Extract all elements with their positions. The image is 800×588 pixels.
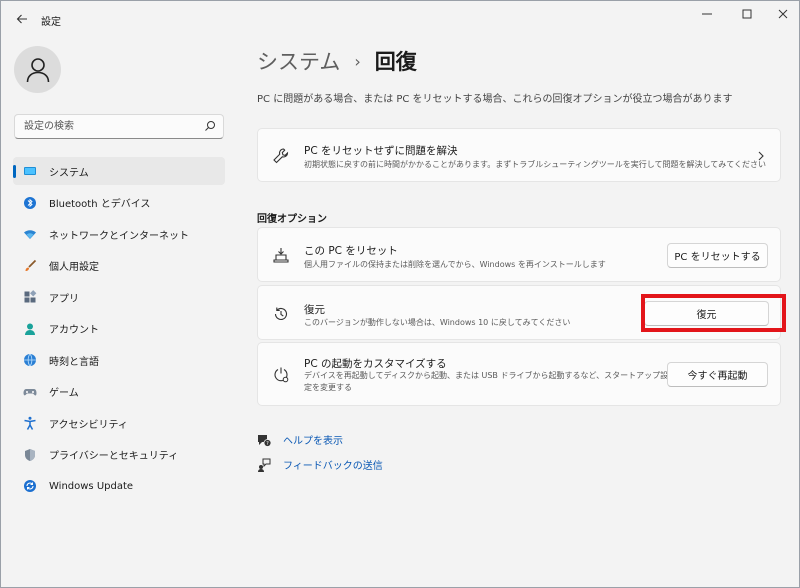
sidebar-item-privacy[interactable]: プライバシーとセキュリティ (13, 441, 225, 469)
update-icon (24, 480, 36, 492)
search-icon (205, 121, 215, 131)
title-bar: 設定 (1, 1, 799, 37)
advanced-startup-icon (274, 367, 289, 383)
page-title: 回復 (374, 50, 417, 74)
sidebar-item-label: Bluetooth とデバイス (49, 199, 151, 210)
sidebar-item-label: 時刻と言語 (49, 356, 99, 368)
gamepad-icon (23, 388, 37, 395)
sidebar-item-personalization[interactable]: 個人用設定 (13, 252, 225, 280)
sidebar-item-apps[interactable]: アプリ (13, 283, 225, 311)
back-button[interactable] (9, 7, 35, 31)
sidebar-item-label: アカウント (49, 325, 99, 336)
minimize-icon (702, 13, 712, 15)
minimize-button[interactable] (685, 1, 729, 27)
restart-now-button[interactable]: 今すぐ再起動 (667, 362, 768, 387)
card-title: PC をリセットせずに問題を解決 (304, 145, 458, 157)
bluetooth-icon (24, 196, 36, 209)
brush-icon (25, 259, 37, 271)
troubleshoot-card[interactable]: PC をリセットせずに問題を解決 初期状態に戻すの前に時間がかかることがあります… (257, 128, 781, 182)
card-title: PC の起動をカスタマイズする (304, 358, 447, 370)
page-subtitle: PC に問題がある場合、または PC をリセットする場合、これらの回復オプション… (257, 94, 733, 105)
help-link[interactable]: ? ヘルプを表示 (257, 432, 343, 447)
network-icon (24, 230, 36, 239)
sidebar-item-label: ネットワークとインターネット (49, 230, 189, 242)
apps-icon (24, 290, 37, 303)
advanced-startup-card: PC の起動をカスタマイズする デバイスを再起動してディスクから起動、または U… (257, 342, 781, 406)
wrench-icon (273, 148, 289, 164)
sidebar-item-label: システム (49, 167, 89, 179)
search-input[interactable] (15, 115, 195, 138)
sidebar-nav: システム Bluetooth とデバイス ネットワークとインターネット 個人用設… (13, 157, 225, 504)
search-box[interactable] (14, 114, 224, 139)
sidebar-item-system[interactable]: システム (13, 157, 225, 185)
system-icon (24, 167, 36, 175)
card-description-continued: 定を変更する (304, 383, 352, 392)
sidebar-item-gaming[interactable]: ゲーム (13, 378, 225, 406)
card-description: このバージョンが動作しない場合は、Windows 10 に戻してみてください (304, 318, 571, 327)
sidebar-item-time-language[interactable]: 時刻と言語 (13, 346, 225, 374)
card-description: 初期状態に戻すの前に時間がかかることがあります。まずトラブルシューティングツール… (304, 160, 766, 169)
sidebar-item-label: アプリ (49, 293, 79, 305)
history-icon (274, 307, 288, 320)
help-icon: ? (258, 434, 271, 447)
sidebar-item-label: プライバシーとセキュリティ (49, 451, 179, 462)
account-icon (25, 323, 35, 335)
card-description: デバイスを再起動してディスクから起動、または USB ドライブから起動するなど、… (304, 371, 669, 380)
card-title: この PC をリセット (304, 245, 398, 257)
back-arrow-icon (16, 14, 27, 24)
reset-pc-card: この PC をリセット 個人用ファイルの保持または削除を選んでから、Window… (257, 227, 781, 282)
user-icon (26, 57, 49, 82)
breadcrumb-parent[interactable]: システム (257, 46, 340, 76)
accessibility-icon (24, 416, 36, 430)
sidebar-item-windows-update[interactable]: Windows Update (13, 472, 225, 500)
settings-window: 設定 システム (0, 0, 800, 588)
sidebar-item-label: 個人用設定 (49, 262, 99, 273)
feedback-link-text[interactable]: フィードバックの送信 (283, 457, 383, 472)
avatar[interactable] (14, 46, 61, 93)
svg-text:?: ? (266, 441, 269, 447)
sidebar-item-label: アクセシビリティ (49, 419, 128, 431)
sidebar-item-accounts[interactable]: アカウント (13, 315, 225, 343)
chevron-right-icon (758, 151, 764, 161)
maximize-icon (742, 9, 752, 19)
section-title: 回復オプション (257, 214, 327, 225)
close-button[interactable] (761, 1, 800, 27)
feedback-icon (258, 458, 271, 472)
sidebar-item-network[interactable]: ネットワークとインターネット (13, 220, 225, 248)
reset-pc-icon (273, 248, 289, 263)
reset-pc-button[interactable]: PC をリセットする (667, 243, 768, 268)
card-description: 個人用ファイルの保持または削除を選んでから、Windows を再インストールしま… (304, 260, 606, 269)
card-title: 復元 (304, 304, 325, 316)
sidebar-item-label: Windows Update (49, 480, 134, 492)
sidebar-item-accessibility[interactable]: アクセシビリティ (13, 409, 225, 437)
breadcrumb-separator: › (354, 51, 361, 71)
sidebar-item-label: ゲーム (49, 388, 79, 399)
breadcrumb: システム › 回復 (257, 46, 417, 76)
time-language-icon (24, 353, 36, 367)
shield-icon (25, 448, 35, 461)
feedback-link[interactable]: フィードバックの送信 (257, 457, 383, 472)
sidebar-item-bluetooth[interactable]: Bluetooth とデバイス (13, 189, 225, 217)
app-title: 設定 (41, 17, 61, 28)
help-link-text[interactable]: ヘルプを表示 (283, 432, 343, 447)
close-icon (778, 9, 788, 19)
highlight-box (641, 294, 786, 332)
